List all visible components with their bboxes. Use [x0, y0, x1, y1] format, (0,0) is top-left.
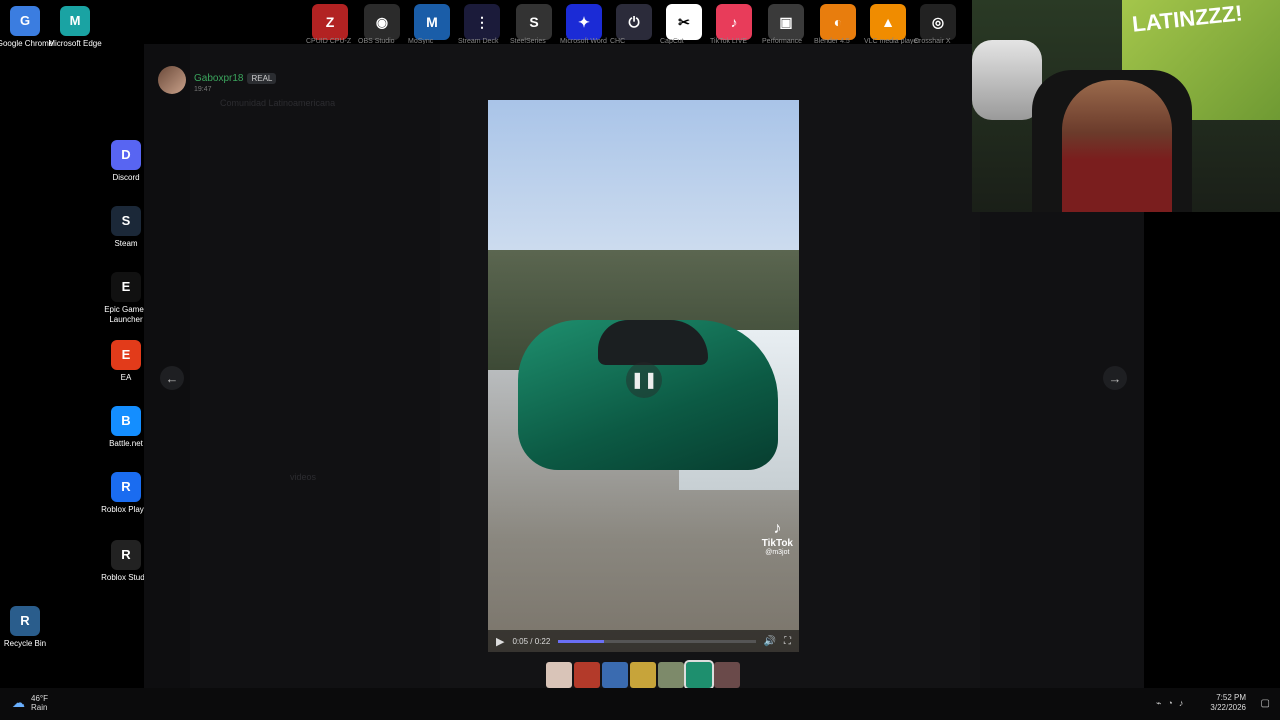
obs-icon[interactable]: ◉ [364, 4, 400, 40]
pause-button[interactable]: ❚❚ [626, 362, 662, 398]
webcam-person [1062, 80, 1172, 212]
desktop-shortcut-label: Microsoft Edge [48, 39, 102, 48]
tiktok-watermark: ♪ TikTok @m3jot [762, 520, 793, 556]
network-icon[interactable]: ⌁ [1156, 698, 1167, 708]
crosshair-icon[interactable]: ◎ [920, 4, 956, 40]
arrow-right-icon: → [1108, 370, 1122, 386]
weather-widget[interactable]: ☁ 46°F Rain [12, 694, 48, 712]
webcam-overlay: LATINZZZ! [972, 0, 1280, 212]
media-thumbnail-strip [546, 660, 740, 690]
weather-desc: Rain [31, 703, 48, 712]
volume-tray-icon[interactable]: ♪ [1179, 698, 1190, 708]
mosync-icon[interactable]: M [414, 4, 450, 40]
epic-icon: E [111, 272, 141, 302]
pause-icon: ❚❚ [630, 372, 658, 389]
fullscreen-icon[interactable]: ⛶ [784, 636, 791, 647]
desktop-shortcut-label: Recycle Bin [3, 639, 47, 648]
clock-date: 3/22/2026 [1210, 703, 1246, 712]
tiktok-icon[interactable]: ♪ [716, 4, 752, 40]
taskbar [0, 688, 1280, 720]
notification-icon[interactable]: ▢ [1261, 698, 1270, 709]
previous-media-button[interactable]: ← [160, 366, 184, 390]
ea-icon: E [111, 340, 141, 370]
discord-icon: D [111, 140, 141, 170]
channel-sidebar: Comunidad Latinoamericana videos [190, 44, 440, 712]
video-controls: ▶ 0:05 / 0:22 🔊 ⛶ [488, 630, 799, 652]
video-time: 0:05 / 0:22 [512, 636, 551, 646]
media-thumbnail[interactable] [714, 662, 740, 688]
avatar[interactable] [158, 66, 186, 94]
video-progress-fill [558, 639, 604, 643]
attachment-author: Gaboxpr18 REAL 19:47 [158, 66, 277, 94]
streamdeck-icon[interactable]: ⋮ [464, 4, 500, 40]
chrome-icon: G [10, 6, 40, 36]
taskbar-clock[interactable]: 7:52 PM 3/22/2026 [1210, 693, 1246, 713]
tiktok-icon: ♪ [773, 520, 782, 537]
media-thumbnail[interactable] [658, 662, 684, 688]
roblox-icon: R [111, 472, 141, 502]
media-thumbnail[interactable] [684, 660, 714, 690]
active-channel-name: videos [290, 472, 317, 482]
tiktok-handle: @m3jot [765, 549, 790, 556]
desktop-shortcut[interactable]: M Microsoft Edge [44, 6, 106, 49]
steam-icon: S [111, 206, 141, 236]
weather-temp: 46°F [31, 694, 48, 703]
author-username[interactable]: Gaboxpr18 [194, 73, 243, 84]
blender-icon[interactable]: ◐ [820, 4, 856, 40]
media-thumbnail[interactable] [574, 662, 600, 688]
wifi-icon[interactable]: ◔ [1167, 698, 1178, 708]
roblox-studio-icon: R [111, 540, 141, 570]
video-car-window [598, 320, 708, 365]
media-thumbnail[interactable] [546, 662, 572, 688]
video-player[interactable]: ❚❚ ♪ TikTok @m3jot ▶ 0:05 / 0:22 🔊 ⛶ [488, 100, 799, 652]
recycle-bin-icon: R [10, 606, 40, 636]
rain-cloud-icon: ☁ [12, 695, 25, 710]
volume-icon[interactable]: 🔊 [764, 636, 776, 647]
next-media-button[interactable]: → [1103, 366, 1127, 390]
steelseries-icon[interactable]: S [516, 4, 552, 40]
video-progress-bar[interactable] [558, 639, 756, 643]
battlenet-icon: B [111, 406, 141, 436]
tiktok-watermark-text: TikTok [761, 538, 793, 549]
desktop-shortcut[interactable]: R Recycle Bin [0, 606, 56, 649]
media-thumbnail[interactable] [602, 662, 628, 688]
edge-icon: M [60, 6, 90, 36]
app-icon[interactable]: ✦ [566, 4, 602, 40]
cpuz-icon[interactable]: Z [312, 4, 348, 40]
server-name: Comunidad Latinoamericana [220, 98, 336, 108]
power-icon[interactable]: ⏻ [616, 4, 652, 40]
clock-time: 7:52 PM [1216, 693, 1246, 702]
capcut-icon[interactable]: ✂ [666, 4, 702, 40]
arrow-left-icon: ← [165, 370, 179, 386]
role-badge: REAL [247, 72, 277, 84]
message-time: 19:47 [194, 85, 212, 93]
system-tray[interactable]: ⌁◔♪ [1156, 698, 1189, 709]
media-thumbnail[interactable] [630, 662, 656, 688]
play-icon[interactable]: ▶ [496, 635, 504, 648]
vlc-icon[interactable]: ▲ [870, 4, 906, 40]
monitor-icon[interactable]: ▣ [768, 4, 804, 40]
